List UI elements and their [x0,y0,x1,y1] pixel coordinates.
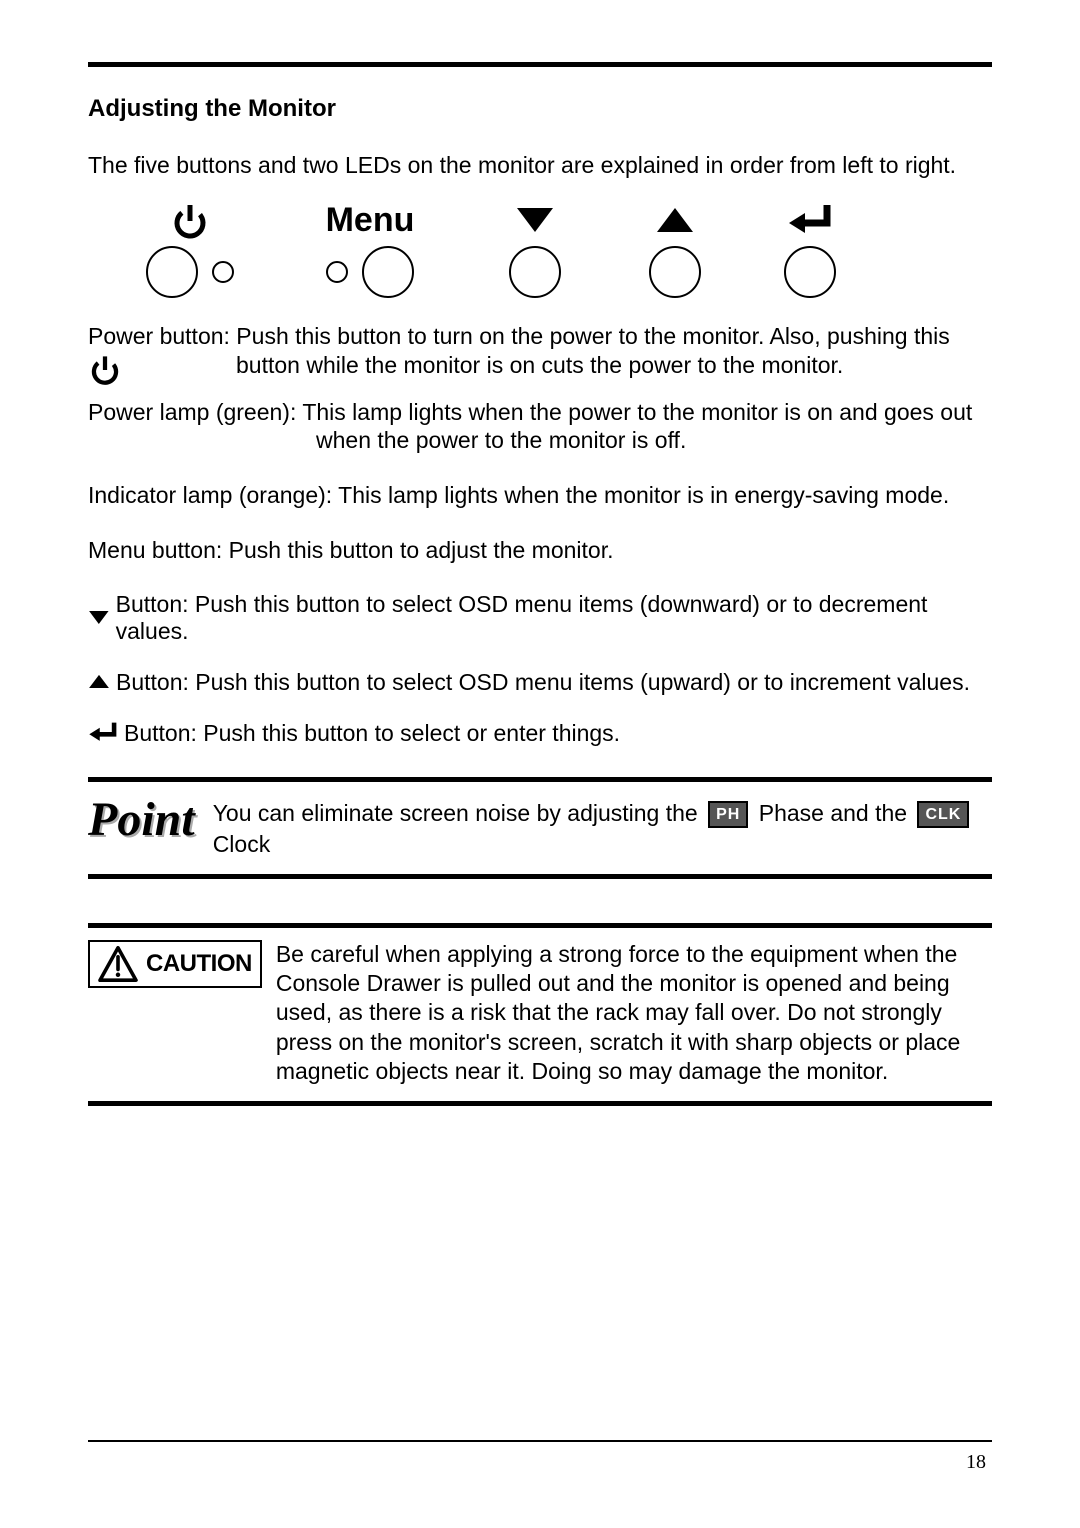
up-triangle-icon-inline [88,673,110,691]
up-triangle-icon [655,206,695,236]
down-button-circle [509,246,561,298]
caution-text: Be careful when applying a strong force … [276,940,992,1087]
indicator-lamp-desc: Indicator lamp (orange): This lamp light… [88,481,992,510]
down-button-desc: Button: Push this button to select OSD m… [116,591,992,645]
warning-triangle-icon [98,946,138,982]
point-text-pre: You can eliminate screen noise by adjust… [213,800,698,826]
enter-button-circle [784,246,836,298]
caution-badge: CAUTION [88,940,262,988]
page-number: 18 [966,1451,986,1474]
menu-button-circle [362,246,414,298]
down-triangle-icon-inline [88,609,110,627]
up-button-line: Button: Push this button to select OSD m… [88,669,992,696]
indicator-led [326,261,348,283]
power-icon [170,201,210,241]
down-triangle-icon [515,206,555,236]
up-button-circle [649,246,701,298]
power-button-desc-line1: Power button: Push this button to turn o… [88,322,992,351]
enter-arrow-icon [787,203,833,239]
top-rule [88,62,992,67]
caution-top-rule [88,923,992,928]
point-callout: Point You can eliminate screen noise by … [88,777,992,879]
power-lamp-line2: when the power to the monitor is off. [316,426,992,455]
power-icon-inline [88,353,122,387]
enter-arrow-icon-inline [88,721,118,745]
up-button-desc: Button: Push this button to select OSD m… [116,669,970,696]
section-title: Adjusting the Monitor [88,95,992,123]
enter-button-desc: Button: Push this button to select or en… [124,720,620,747]
power-lamp-line1: Power lamp (green): This lamp lights whe… [88,398,992,427]
footer-rule [88,1440,992,1442]
down-button-line: Button: Push this button to select OSD m… [88,591,992,645]
power-button-desc-line2: button while the monitor is on cuts the … [236,351,843,380]
caution-label: CAUTION [146,950,252,978]
caution-callout: CAUTION Be careful when applying a stron… [88,940,992,1106]
point-text-mid: Phase and the [759,800,907,826]
menu-label: Menu [326,201,415,240]
monitor-buttons-diagram: Menu [110,198,992,300]
power-led [212,261,234,283]
intro-text: The five buttons and two LEDs on the mon… [88,151,992,180]
point-text-clock: Clock [213,831,271,857]
menu-button-desc: Menu button: Push this button to adjust … [88,536,992,565]
point-logo: Point [88,792,195,844]
clk-chip-icon: CLK [917,801,969,829]
enter-button-line: Button: Push this button to select or en… [88,720,992,747]
ph-chip-icon: PH [708,801,748,829]
power-button-circle [146,246,198,298]
